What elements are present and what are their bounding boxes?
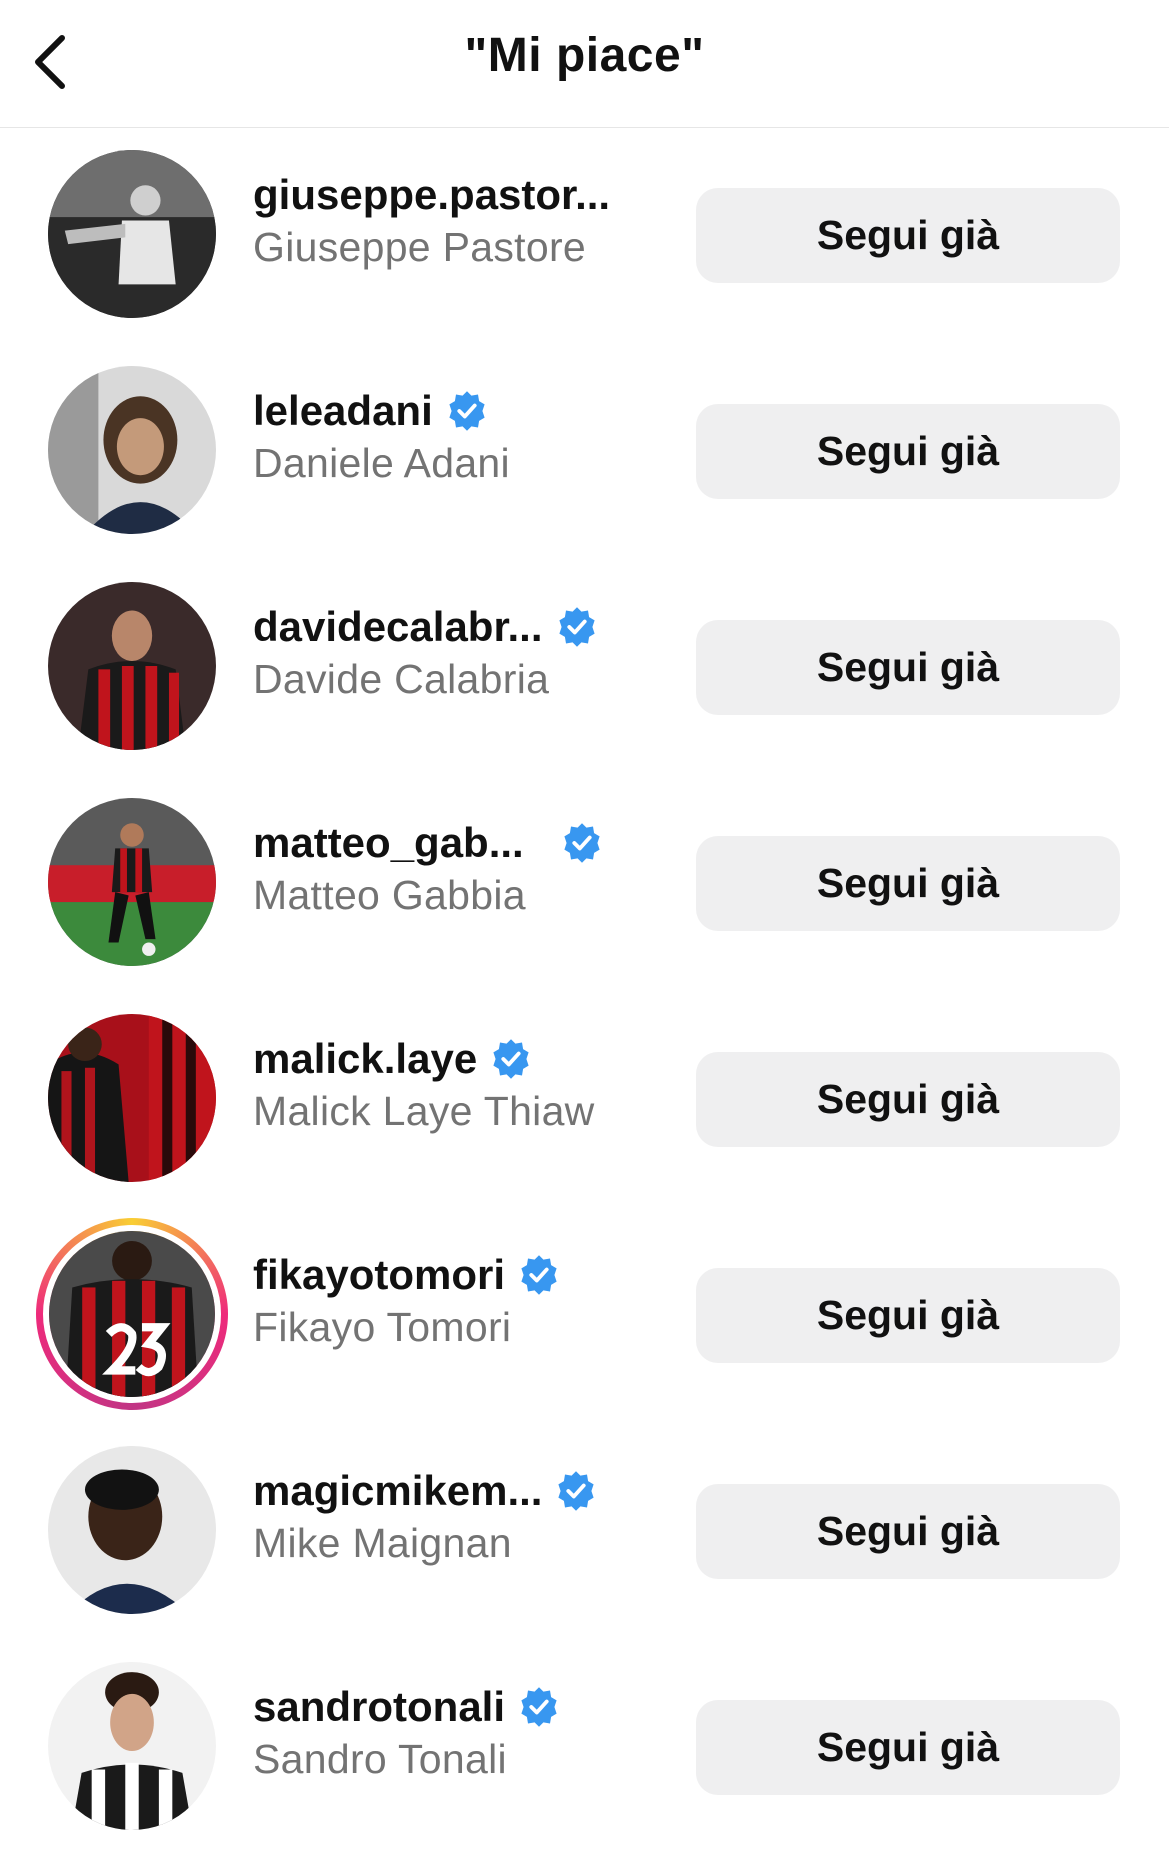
avatar-image	[48, 582, 216, 750]
following-button[interactable]: Segui già	[696, 1268, 1120, 1363]
list-item[interactable]: sandrotonali Sandro Tonali Segui già	[0, 1640, 1169, 1855]
username-line: fikayotomori	[253, 1246, 633, 1304]
following-button[interactable]: Segui già	[696, 836, 1120, 931]
verified-badge-icon	[554, 1469, 598, 1513]
following-button[interactable]: Segui già	[696, 1484, 1120, 1579]
avatar[interactable]	[48, 582, 216, 750]
full-name: Matteo Gabbia	[253, 872, 526, 918]
avatar[interactable]	[48, 1446, 216, 1614]
following-button[interactable]: Segui già	[696, 1052, 1120, 1147]
full-name: Malick Laye Thiaw	[253, 1088, 595, 1134]
username-line: leleadani	[253, 382, 633, 440]
verified-badge-icon	[517, 1685, 561, 1729]
list-item[interactable]: leleadani Daniele Adani Segui già	[0, 344, 1169, 560]
user-text: malick.laye Malick Laye Thiaw	[253, 1030, 633, 1135]
following-button[interactable]: Segui già	[696, 404, 1120, 499]
avatar-image	[48, 798, 216, 966]
username-line: matteo_gab...	[253, 814, 633, 872]
full-name: Fikayo Tomori	[253, 1304, 512, 1350]
following-button[interactable]: Segui già	[696, 1700, 1120, 1795]
avatar-image	[48, 1662, 216, 1830]
user-text: magicmikem... Mike Maignan	[253, 1462, 633, 1567]
username[interactable]: matteo_gab...	[253, 819, 524, 867]
username-line: sandrotonali	[253, 1678, 633, 1736]
list-item[interactable]: matteo_gab... Matteo Gabbia Segui già	[0, 776, 1169, 992]
following-button[interactable]: Segui già	[696, 188, 1120, 283]
verified-badge-icon	[489, 1037, 533, 1081]
list-item[interactable]: fikayotomori Fikayo Tomori Segui già	[0, 1208, 1169, 1424]
username-line: malick.laye	[253, 1030, 633, 1088]
header: "Mi piace"	[0, 0, 1169, 128]
verified-badge-icon	[555, 605, 599, 649]
full-name: Giuseppe Pastore	[253, 224, 586, 270]
user-text: matteo_gab... Matteo Gabbia	[253, 814, 633, 919]
list-item[interactable]: magicmikem... Mike Maignan Segui già	[0, 1424, 1169, 1640]
username[interactable]: davidecalabr...	[253, 603, 543, 651]
avatar-with-story-ring[interactable]	[36, 1218, 228, 1410]
full-name: Daniele Adani	[253, 440, 510, 486]
avatar[interactable]	[48, 366, 216, 534]
likes-list: giuseppe.pastor... Giuseppe Pastore Segu…	[0, 128, 1169, 1855]
avatar-image	[48, 1014, 216, 1182]
full-name: Mike Maignan	[253, 1520, 512, 1566]
likes-screen: "Mi piace" giuseppe.pastor... Giuseppe P…	[0, 0, 1169, 1855]
avatar[interactable]	[48, 798, 216, 966]
username-line: giuseppe.pastor...	[253, 166, 633, 224]
avatar[interactable]	[48, 1662, 216, 1830]
list-item[interactable]: davidecalabr... Davide Calabria Segui gi…	[0, 560, 1169, 776]
avatar-image	[48, 150, 216, 318]
list-item[interactable]: giuseppe.pastor... Giuseppe Pastore Segu…	[0, 128, 1169, 344]
verified-badge-icon	[445, 389, 489, 433]
following-button[interactable]: Segui già	[696, 620, 1120, 715]
full-name: Sandro Tonali	[253, 1736, 507, 1782]
user-text: leleadani Daniele Adani	[253, 382, 633, 487]
user-text: giuseppe.pastor... Giuseppe Pastore	[253, 166, 633, 271]
avatar-image	[48, 1446, 216, 1614]
username[interactable]: giuseppe.pastor...	[253, 171, 610, 219]
full-name: Davide Calabria	[253, 656, 550, 702]
username[interactable]: sandrotonali	[253, 1683, 505, 1731]
username[interactable]: fikayotomori	[253, 1251, 505, 1299]
username-line: davidecalabr...	[253, 598, 633, 656]
list-item[interactable]: malick.laye Malick Laye Thiaw Segui già	[0, 992, 1169, 1208]
user-text: fikayotomori Fikayo Tomori	[253, 1246, 633, 1351]
user-text: sandrotonali Sandro Tonali	[253, 1678, 633, 1783]
user-text: davidecalabr... Davide Calabria	[253, 598, 633, 703]
avatar[interactable]	[48, 1014, 216, 1182]
verified-badge-icon	[560, 821, 604, 865]
page-title: "Mi piace"	[464, 29, 705, 82]
username[interactable]: leleadani	[253, 387, 433, 435]
username[interactable]: malick.laye	[253, 1035, 477, 1083]
verified-badge-icon	[517, 1253, 561, 1297]
avatar[interactable]	[48, 150, 216, 318]
avatar-image	[49, 1231, 215, 1397]
username[interactable]: magicmikem...	[253, 1467, 542, 1515]
avatar-image	[48, 366, 216, 534]
username-line: magicmikem...	[253, 1462, 633, 1520]
